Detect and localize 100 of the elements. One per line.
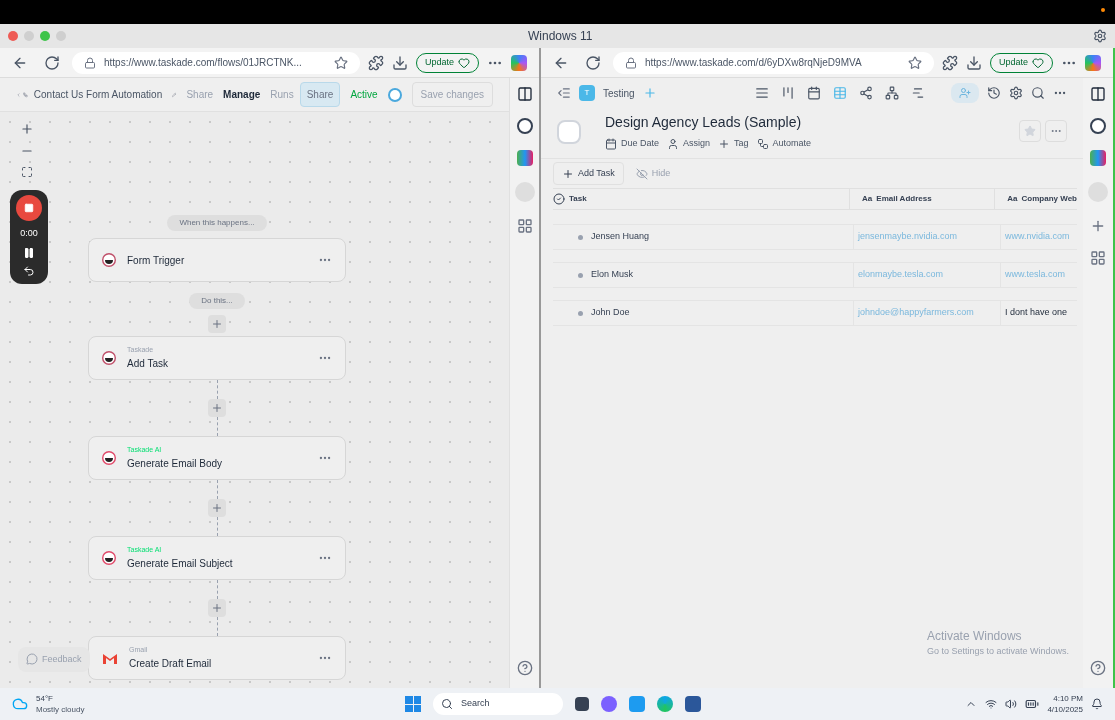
mindmap-view-icon[interactable] [858, 86, 873, 100]
document-app-icon[interactable] [685, 696, 701, 712]
workspace-name: Testing [603, 86, 635, 101]
heart-icon [458, 56, 470, 69]
project-action-button[interactable]: Automate [756, 137, 812, 151]
split-view-icon[interactable] [1090, 86, 1106, 102]
row-bullet [578, 272, 583, 278]
calendar-icon [605, 137, 617, 150]
settings-icon[interactable] [1009, 86, 1023, 100]
history-icon[interactable] [987, 86, 1001, 100]
search-icon[interactable] [1031, 86, 1045, 100]
favorite-icon[interactable] [907, 55, 922, 70]
temperature: 54°F [36, 693, 54, 704]
board-view-icon[interactable] [780, 86, 795, 100]
flow-title: Contact Us Form Automation [33, 88, 163, 102]
download-icon[interactable] [391, 54, 408, 71]
project-action-button[interactable]: Due Date [605, 137, 660, 151]
column-header[interactable]: Aa Email Address [849, 189, 995, 209]
task-view-icon[interactable] [575, 697, 589, 711]
favorite-icon[interactable] [333, 55, 348, 70]
copilot-icon[interactable] [1085, 54, 1101, 71]
active-toggle[interactable] [387, 87, 402, 102]
clock-date: 4/10/2025 [1047, 704, 1083, 715]
split-view-icon[interactable] [516, 86, 533, 102]
extensions-icon[interactable] [941, 54, 958, 71]
collapse-sidebar-icon[interactable] [557, 86, 571, 100]
app-logo-icon [102, 253, 116, 267]
zoom-in-icon[interactable] [20, 122, 34, 136]
user-icon [667, 137, 680, 150]
copilot-icon[interactable] [511, 54, 527, 71]
url-text: https://www.taskade.com/flows/01JRCTNK... [104, 56, 302, 70]
download-icon[interactable] [965, 54, 982, 71]
app-avatar-icon[interactable] [1090, 118, 1106, 134]
share-button[interactable]: Share [299, 82, 341, 107]
app-tile-icon[interactable] [1090, 150, 1106, 166]
chat-app-icon[interactable] [601, 696, 617, 712]
window-title: Windows 11 [528, 28, 593, 45]
add-icon[interactable] [1090, 218, 1106, 234]
check-circle-icon [553, 193, 565, 205]
reload-icon[interactable] [44, 54, 60, 71]
plus-icon [562, 167, 574, 180]
plus-icon [718, 137, 731, 150]
add-task-button[interactable]: Add Task [553, 161, 624, 186]
url-text: https://www.taskade.com/d/6yDXw8rqNjeD9MVA [645, 56, 862, 70]
step-title: Form Trigger [127, 253, 186, 268]
org-chart-icon[interactable] [884, 86, 899, 100]
row-bullet [578, 310, 583, 316]
undo-icon[interactable] [23, 264, 35, 277]
column-header[interactable]: Aa Company Web [994, 189, 1077, 209]
lock-icon [84, 56, 96, 69]
app-tile-icon[interactable] [516, 150, 533, 166]
apps-icon[interactable] [516, 218, 533, 234]
reload-icon[interactable] [585, 54, 601, 71]
task-name: Elon Musk [591, 268, 634, 282]
gantt-view-icon[interactable] [910, 86, 925, 100]
battery-icon[interactable] [1025, 697, 1040, 711]
network-icon[interactable] [985, 698, 998, 710]
step-title: Generate Email Subject [127, 556, 234, 571]
plus-icon [211, 502, 223, 514]
app-avatar-icon[interactable] [516, 118, 533, 134]
help-icon[interactable] [1090, 660, 1106, 676]
step-title: Add Task [127, 356, 169, 371]
pause-icon[interactable] [23, 246, 35, 259]
project-action-button[interactable]: Tag [718, 137, 749, 151]
star-icon [1024, 125, 1036, 137]
hidden-eye-icon [635, 167, 648, 180]
volume-icon[interactable] [1005, 698, 1018, 710]
task-name: Jensen Huang [591, 230, 650, 244]
fit-view-icon[interactable] [21, 166, 33, 178]
step-title: Generate Email Body [127, 456, 224, 471]
settings-icon[interactable] [1093, 29, 1107, 43]
task-name: John Doe [591, 306, 630, 320]
stop-button[interactable] [16, 195, 42, 221]
header-tab[interactable]: Manage [223, 87, 261, 102]
column-header[interactable]: Task [553, 189, 850, 209]
weather-icon[interactable] [12, 696, 28, 712]
plus-icon [211, 402, 223, 414]
stop-icon [24, 203, 34, 213]
clock-time: 4:10 PM [1053, 693, 1083, 704]
browser-icon[interactable] [657, 696, 673, 712]
apps-icon[interactable] [1090, 250, 1106, 266]
text-type-icon: Aa [862, 193, 873, 205]
step-title: Create Draft Email [129, 656, 213, 671]
calendar-view-icon[interactable] [806, 86, 821, 100]
step-card[interactable]: Form Trigger [88, 238, 346, 282]
extensions-icon[interactable] [367, 54, 384, 71]
row-bullet [578, 234, 583, 240]
heart-icon [1032, 56, 1044, 69]
mail-icon [102, 652, 118, 664]
project-action-button[interactable]: Assign [667, 137, 711, 151]
list-view-icon[interactable] [754, 86, 769, 100]
help-icon[interactable] [516, 660, 533, 676]
add-user-icon [959, 87, 971, 99]
start-icon[interactable] [405, 696, 421, 712]
address-bar[interactable]: https://www.taskade.com/flows/01JRCTNK... [72, 51, 360, 74]
plus-icon [211, 318, 223, 330]
search-field[interactable]: Search [433, 693, 563, 715]
address-bar[interactable]: https://www.taskade.com/d/6yDXw8rqNjeD9MVA [613, 51, 934, 74]
lock-icon [625, 56, 637, 69]
notification-icon[interactable] [1091, 698, 1103, 710]
